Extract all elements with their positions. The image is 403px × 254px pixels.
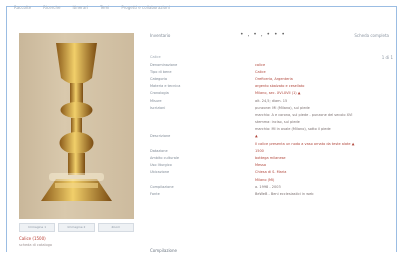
- object-subtitle: scheda di catalogo: [19, 243, 52, 247]
- nav-item[interactable]: Ricerche: [43, 5, 60, 10]
- image-thumbnails: Immagine 1 Immagine 2 Zoom: [19, 223, 134, 232]
- detail-row: Misure alt. 24,5; diam. 15: [150, 97, 390, 104]
- detail-key: Categoria: [150, 76, 168, 81]
- detail-key: Cronologia: [150, 91, 169, 96]
- nav-item[interactable]: Progetti e collaborazioni: [121, 5, 169, 10]
- detail-key: Materia e tecnica: [150, 84, 181, 89]
- detail-row: Tipo di bene Calice: [150, 68, 390, 75]
- detail-row: Fonte BeWeB - Beni ecclesiastici in web: [150, 190, 390, 197]
- inventory-label: Inventario: [150, 33, 171, 38]
- detail-value: a. 1998 - 2003: [255, 184, 281, 189]
- detail-value[interactable]: Calice: [255, 70, 266, 74]
- detail-row: Ubicazione Chiesa di S. Maria: [150, 169, 390, 176]
- detail-row: stemma: inciso, sul piede: [150, 119, 390, 126]
- detail-row: Datazione 1500: [150, 147, 390, 154]
- object-title-link[interactable]: Calice (1500): [19, 236, 139, 241]
- detail-row: Materia e tecnica argento sbalzato e cese…: [150, 83, 390, 90]
- pagination-dots[interactable]: • , • , • • •: [240, 31, 286, 38]
- detail-value: stemma: inciso, sul piede: [255, 120, 300, 125]
- detail-value: BeWeB - Beni ecclesiastici in web: [255, 191, 314, 196]
- record-heading: Calice: [150, 55, 161, 59]
- record-counter: 1 di 1: [381, 55, 393, 60]
- detail-key: Datazione: [150, 148, 168, 153]
- detail-value[interactable]: argento sbalzato e cesellato: [255, 84, 304, 88]
- nav-item[interactable]: Raccolte: [14, 5, 31, 10]
- detail-row: Descrizione ▲: [150, 133, 390, 140]
- zoom-button[interactable]: Zoom: [97, 223, 134, 232]
- detail-row: Denominazione calice: [150, 61, 390, 68]
- thumbnail-button[interactable]: Immagine 2: [58, 223, 95, 232]
- detail-key: Uso liturgico: [150, 163, 172, 168]
- thumbnail-button[interactable]: Immagine 1: [19, 223, 56, 232]
- detail-key: Descrizione: [150, 134, 171, 139]
- detail-row: Milano (MI): [150, 176, 390, 183]
- details-table: Denominazione calice Tipo di bene Calice Cat…: [150, 61, 390, 198]
- top-navigation: Raccolte Ricerche Itinerari Temi Progett…: [14, 3, 170, 11]
- detail-value[interactable]: Il calice presenta un nodo a vaso ornato…: [255, 142, 354, 146]
- detail-key: Compilazione: [150, 184, 174, 189]
- detail-value[interactable]: Chiesa di S. Maria: [255, 170, 286, 174]
- detail-key: Ubicazione: [150, 170, 170, 175]
- detail-row: Cronologia Milano, sec. XVI-XVII (1) ▲: [150, 90, 390, 97]
- detail-value[interactable]: Milano (MI): [255, 178, 274, 182]
- detail-row: Ambito culturale bottega milanese: [150, 154, 390, 161]
- detail-value[interactable]: Oreficeria, Argenteria: [255, 77, 293, 81]
- detail-row: Categoria Oreficeria, Argenteria: [150, 75, 390, 82]
- detail-key: Ambito culturale: [150, 156, 180, 161]
- nav-item[interactable]: Itinerari: [72, 5, 88, 10]
- detail-value[interactable]: calice: [255, 63, 265, 67]
- object-photo[interactable]: [19, 33, 134, 219]
- detail-row: marchio: A e corona, sul piede - punzone…: [150, 111, 390, 118]
- detail-row: Il calice presenta un nodo a vaso ornato…: [150, 140, 390, 147]
- detail-value[interactable]: bottega milanese: [255, 156, 286, 160]
- detail-row: Compilazione a. 1998 - 2003: [150, 183, 390, 190]
- detail-key: Iscrizioni: [150, 105, 166, 110]
- section-label: Compilazione: [150, 248, 178, 253]
- detail-value: punzone: MI (Milano), sul piede: [255, 105, 310, 110]
- detail-key: Fonte: [150, 191, 160, 196]
- detail-row: Iscrizioni punzone: MI (Milano), sul pied…: [150, 104, 390, 111]
- chalice-image: [41, 43, 112, 201]
- detail-key: Tipo di bene: [150, 69, 172, 74]
- detail-value[interactable]: Messa: [255, 163, 266, 167]
- detail-value[interactable]: 1500: [255, 149, 264, 153]
- detail-row: marchio: MI in ovale (Milano), sotto il …: [150, 126, 390, 133]
- detail-value[interactable]: Milano, sec. XVI-XVII (1) ▲: [255, 91, 300, 95]
- related-links: Calice (1500) scheda di catalogo: [19, 236, 139, 247]
- detail-value: marchio: A e corona, sul piede - punzone…: [255, 112, 353, 117]
- detail-value[interactable]: ▲: [255, 134, 258, 138]
- detail-row: Uso liturgico Messa: [150, 162, 390, 169]
- detail-value: alt. 24,5; diam. 15: [255, 98, 288, 103]
- detail-value: marchio: MI in ovale (Milano), sotto il …: [255, 127, 331, 132]
- detail-key: Misure: [150, 98, 162, 103]
- full-record-link[interactable]: Scheda completa: [354, 33, 389, 38]
- nav-item[interactable]: Temi: [100, 5, 109, 10]
- detail-key: Denominazione: [150, 62, 178, 67]
